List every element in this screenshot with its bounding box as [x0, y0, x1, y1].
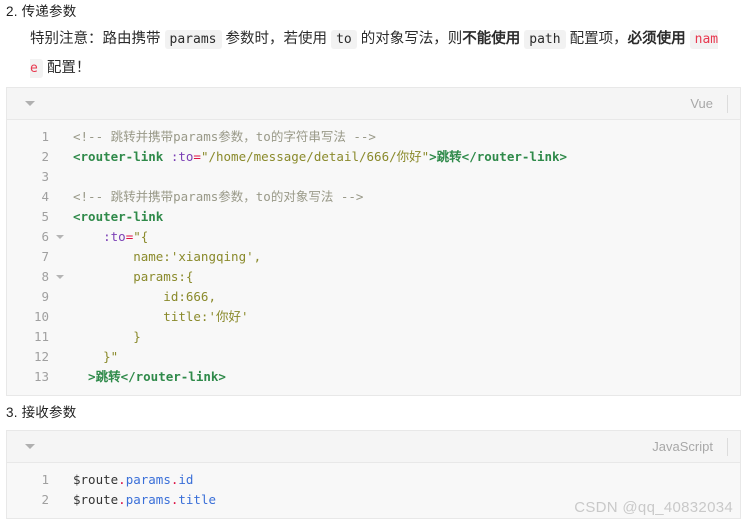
page-title-pass-params: 2. 传递参数 [6, 4, 77, 19]
code-token: :to [170, 149, 194, 164]
notice-bold-cannot-use: 不能使用 [462, 31, 521, 47]
fold-caret-icon[interactable] [56, 275, 64, 279]
code-line: <!-- 跳转并携带params参数，to的对象写法 --> [73, 187, 740, 207]
line-number: 4 [41, 189, 49, 204]
caret-down-icon[interactable] [25, 444, 35, 449]
codeblock-vue-code[interactable]: <!-- 跳转并携带params参数，to的字符串写法 --> <router-l… [53, 127, 740, 387]
code-token: title [178, 492, 217, 507]
code-token: "/home/message/detail/666/你好" [200, 149, 430, 164]
code-token: params:{ [73, 269, 194, 284]
code-line: <!-- 跳转并携带params参数，to的字符串写法 --> [73, 127, 740, 147]
code-line: $route.params.id [73, 470, 740, 490]
line-number: 11 [33, 329, 49, 344]
codeblock-javascript-language-label: JavaScript [652, 439, 713, 454]
codeblock-javascript-body: 12 $route.params.id $route.params.title [7, 463, 740, 518]
code-token: title:'你好' [73, 309, 249, 324]
line-number: 8 [7, 267, 64, 287]
code-token: $route [73, 492, 119, 507]
line-number: 1 [41, 472, 49, 487]
line-number: 9 [41, 289, 49, 304]
line-number: 5 [41, 209, 49, 224]
notice-suffix: 配置！ [42, 60, 91, 76]
line-number: 10 [33, 309, 49, 324]
notice-mid-1: 参数时，若使用 [221, 31, 332, 47]
code-line: <router-link :to="/home/message/detail/6… [73, 147, 740, 167]
code-token: :to [103, 229, 126, 244]
line-number: 3 [41, 169, 49, 184]
caret-down-icon[interactable] [25, 101, 35, 106]
code-token: <router-link [73, 209, 164, 224]
line-number: 2 [41, 492, 49, 507]
fold-caret-icon[interactable] [56, 235, 64, 239]
code-line: >跳转</router-link> [73, 367, 740, 387]
code-token: >跳转</router-link> [429, 149, 568, 164]
code-line: params:{ [73, 267, 740, 287]
codeblock-vue-gutter: 1 2 3 4 5 6 7 8 9 10 11 12 13 [7, 127, 64, 387]
code-token: . [118, 492, 126, 507]
code-token: <router-link [73, 149, 164, 164]
line-number: 2 [41, 149, 49, 164]
code-token: } [73, 329, 141, 344]
notice-prefix: 特别注意：路由携带 [30, 31, 165, 47]
codeblock-javascript-gutter: 12 [7, 470, 53, 510]
code-token: = [193, 149, 201, 164]
line-number: 13 [33, 369, 49, 384]
code-token: "{ [133, 229, 149, 244]
codeblock-javascript-lang-wrap: JavaScript [652, 431, 740, 462]
code-token: $route [73, 472, 119, 487]
code-line: name:'xiangqing', [73, 247, 740, 267]
code-line: $route.params.title [73, 490, 740, 510]
line-number: 12 [33, 349, 49, 364]
code-line: }" [73, 347, 740, 367]
code-token: params [125, 492, 171, 507]
codeblock-javascript: JavaScript 12 $route.params.id $route.par… [6, 430, 741, 519]
code-token: }" [73, 349, 119, 364]
code-token: . [118, 472, 126, 487]
code-token: id:666, [73, 289, 216, 304]
notice-bold-must-use: 必须使用 [627, 31, 686, 47]
codeblock-javascript-code[interactable]: $route.params.id $route.params.title [53, 470, 740, 510]
header-divider [727, 94, 728, 113]
codeblock-vue-header: Vue [7, 88, 740, 120]
codeblock-vue-body: 1 2 3 4 5 6 7 8 9 10 11 12 13 <!-- 跳转并携带params参数，to的… [7, 120, 740, 395]
inline-code-params: params [164, 30, 222, 49]
inline-code-to: to [331, 30, 357, 49]
codeblock-vue: Vue 1 2 3 4 5 6 7 8 9 10 11 12 13 <!-- 跳转并携带params参数… [6, 87, 741, 396]
notice-mid-2: 的对象写法，则 [356, 31, 463, 47]
code-token: id [178, 472, 194, 487]
header-divider [727, 437, 728, 456]
page-title-receive-params: 3. 接收参数 [6, 405, 77, 420]
line-number: 1 [41, 129, 49, 144]
code-line: id:666, [73, 287, 740, 307]
code-line: } [73, 327, 740, 347]
code-line: :to="{ [73, 227, 740, 247]
notice-paragraph: 特别注意：路由携带 params 参数时，若使用 to 的对象写法，则不能使用 … [0, 21, 725, 79]
inline-code-path: path [524, 30, 566, 49]
codeblock-vue-lang-wrap: Vue [690, 88, 740, 119]
notice-mid-4: 配置项， [565, 31, 628, 47]
line-number: 7 [41, 249, 49, 264]
code-token: name:'xiangqing', [73, 249, 262, 264]
code-token: params [125, 472, 171, 487]
codeblock-vue-language-label: Vue [690, 96, 713, 111]
code-token: >跳转</router-link> [73, 369, 226, 384]
code-token: <!-- 跳转并携带params参数，to的对象写法 --> [73, 189, 364, 204]
codeblock-javascript-header: JavaScript [7, 431, 740, 463]
code-token: <!-- 跳转并携带params参数，to的字符串写法 --> [73, 129, 376, 144]
code-line: <router-link [73, 207, 740, 227]
line-number: 6 [7, 227, 64, 247]
code-line: title:'你好' [73, 307, 740, 327]
